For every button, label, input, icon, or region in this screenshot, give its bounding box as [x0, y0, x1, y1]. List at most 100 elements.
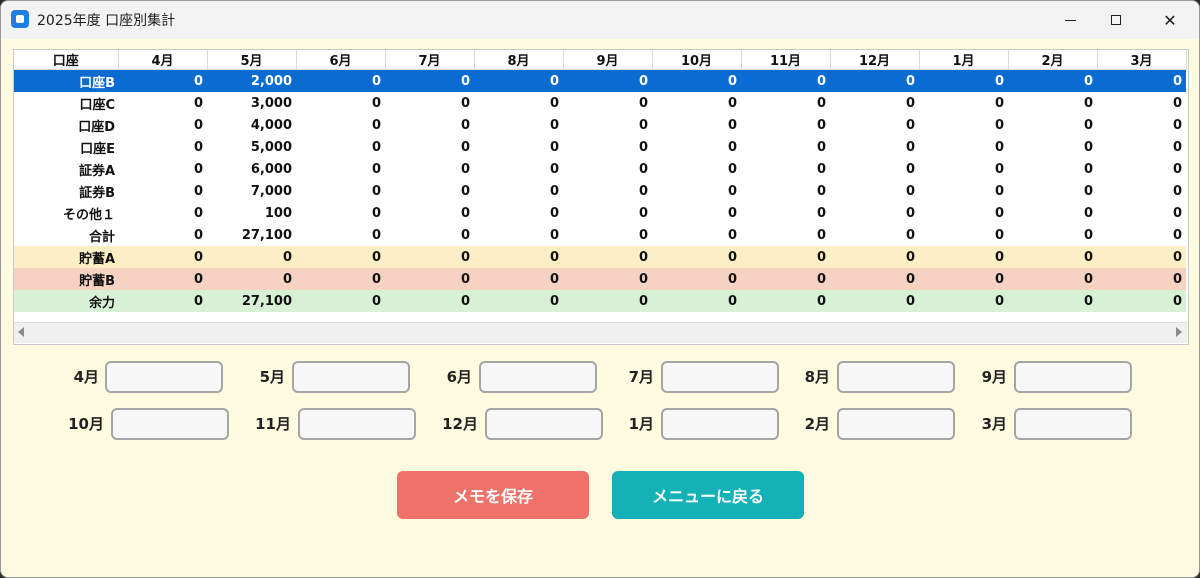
amount-cell[interactable]: 0 [919, 180, 1008, 202]
amount-cell[interactable]: 0 [385, 268, 474, 290]
memo-input[interactable] [661, 408, 779, 440]
horizontal-scrollbar[interactable] [14, 322, 1188, 343]
amount-cell[interactable]: 0 [652, 290, 741, 312]
amount-cell[interactable]: 0 [474, 92, 563, 114]
amount-cell[interactable]: 0 [1097, 69, 1186, 92]
amount-cell[interactable]: 0 [1097, 224, 1186, 246]
amount-cell[interactable]: 0 [385, 158, 474, 180]
amount-cell[interactable]: 0 [830, 180, 919, 202]
amount-cell[interactable]: 0 [474, 290, 563, 312]
amount-cell[interactable]: 0 [563, 224, 652, 246]
maximize-button[interactable] [1093, 1, 1139, 39]
amount-cell[interactable]: 0 [830, 136, 919, 158]
amount-cell[interactable]: 0 [919, 290, 1008, 312]
amount-cell[interactable]: 0 [919, 224, 1008, 246]
amount-cell[interactable]: 0 [474, 246, 563, 268]
amount-cell[interactable]: 0 [830, 224, 919, 246]
table-row[interactable]: 余力 0 27,100 0 0 0 0 0 0 0 0 0 0 [14, 290, 1186, 312]
amount-cell[interactable]: 0 [474, 180, 563, 202]
close-button[interactable]: ✕ [1147, 1, 1193, 39]
column-header-month[interactable]: 9月 [563, 50, 653, 70]
amount-cell[interactable]: 0 [1097, 114, 1186, 136]
amount-cell[interactable]: 0 [830, 92, 919, 114]
amount-cell[interactable]: 0 [741, 158, 830, 180]
column-header-month[interactable]: 7月 [385, 50, 475, 70]
amount-cell[interactable]: 0 [385, 290, 474, 312]
account-name-cell[interactable]: 証券A [14, 158, 118, 180]
amount-cell[interactable]: 0 [296, 158, 385, 180]
amount-cell[interactable]: 0 [474, 268, 563, 290]
amount-cell[interactable]: 0 [385, 224, 474, 246]
column-header-month[interactable]: 2月 [1008, 50, 1098, 70]
account-name-cell[interactable]: 口座C [14, 92, 118, 114]
memo-input[interactable] [837, 408, 955, 440]
amount-cell[interactable]: 6,000 [207, 158, 296, 180]
amount-cell[interactable]: 0 [919, 202, 1008, 224]
amount-cell[interactable]: 0 [563, 246, 652, 268]
memo-input[interactable] [1014, 408, 1132, 440]
amount-cell[interactable]: 0 [1097, 92, 1186, 114]
amount-cell[interactable]: 0 [474, 114, 563, 136]
amount-cell[interactable]: 0 [919, 69, 1008, 92]
amount-cell[interactable]: 0 [563, 180, 652, 202]
amount-cell[interactable]: 0 [652, 158, 741, 180]
amount-cell[interactable]: 0 [652, 92, 741, 114]
amount-cell[interactable]: 0 [385, 114, 474, 136]
amount-cell[interactable]: 0 [741, 290, 830, 312]
amount-cell[interactable]: 27,100 [207, 224, 296, 246]
amount-cell[interactable]: 0 [741, 114, 830, 136]
table-row[interactable]: 合計 0 27,100 0 0 0 0 0 0 0 0 0 0 [14, 224, 1186, 246]
amount-cell[interactable]: 0 [296, 136, 385, 158]
amount-cell[interactable]: 0 [385, 69, 474, 92]
amount-cell[interactable]: 4,000 [207, 114, 296, 136]
amount-cell[interactable]: 0 [207, 246, 296, 268]
amount-cell[interactable]: 0 [1008, 136, 1097, 158]
amount-cell[interactable]: 0 [296, 202, 385, 224]
memo-input[interactable] [111, 408, 229, 440]
column-header-month[interactable]: 8月 [474, 50, 564, 70]
amount-cell[interactable]: 0 [741, 202, 830, 224]
scroll-right-arrow-icon[interactable] [1176, 327, 1182, 337]
amount-cell[interactable]: 0 [1097, 268, 1186, 290]
table-row[interactable]: 貯蓄B 0 0 0 0 0 0 0 0 0 0 0 0 [14, 268, 1186, 290]
amount-cell[interactable]: 0 [296, 69, 385, 92]
amount-cell[interactable]: 0 [919, 92, 1008, 114]
column-header-month[interactable]: 3月 [1097, 50, 1187, 70]
amount-cell[interactable]: 0 [563, 92, 652, 114]
memo-input[interactable] [837, 361, 955, 393]
amount-cell[interactable]: 0 [474, 202, 563, 224]
amount-cell[interactable]: 0 [563, 268, 652, 290]
amount-cell[interactable]: 0 [830, 202, 919, 224]
amount-cell[interactable]: 0 [741, 180, 830, 202]
table-row[interactable]: 貯蓄A 0 0 0 0 0 0 0 0 0 0 0 0 [14, 246, 1186, 268]
amount-cell[interactable]: 0 [118, 268, 207, 290]
amount-cell[interactable]: 5,000 [207, 136, 296, 158]
amount-cell[interactable]: 0 [296, 224, 385, 246]
amount-cell[interactable]: 0 [919, 158, 1008, 180]
amount-cell[interactable]: 0 [830, 290, 919, 312]
amount-cell[interactable]: 0 [563, 136, 652, 158]
amount-cell[interactable]: 0 [296, 268, 385, 290]
account-name-cell[interactable]: 貯蓄B [14, 268, 118, 290]
amount-cell[interactable]: 0 [118, 158, 207, 180]
table-row[interactable]: 証券A 0 6,000 0 0 0 0 0 0 0 0 0 0 [14, 158, 1186, 180]
amount-cell[interactable]: 0 [919, 268, 1008, 290]
memo-input[interactable] [661, 361, 779, 393]
amount-cell[interactable]: 0 [385, 246, 474, 268]
amount-cell[interactable]: 2,000 [207, 69, 296, 92]
amount-cell[interactable]: 0 [741, 268, 830, 290]
amount-cell[interactable]: 0 [652, 69, 741, 92]
amount-cell[interactable]: 0 [563, 290, 652, 312]
amount-cell[interactable]: 3,000 [207, 92, 296, 114]
column-header-month[interactable]: 10月 [652, 50, 742, 70]
amount-cell[interactable]: 0 [652, 224, 741, 246]
amount-cell[interactable]: 0 [741, 92, 830, 114]
amount-cell[interactable]: 100 [207, 202, 296, 224]
amount-cell[interactable]: 0 [1008, 69, 1097, 92]
memo-input[interactable] [298, 408, 416, 440]
column-header-month[interactable]: 1月 [919, 50, 1009, 70]
amount-cell[interactable]: 0 [652, 114, 741, 136]
amount-cell[interactable]: 0 [118, 202, 207, 224]
amount-cell[interactable]: 0 [741, 246, 830, 268]
column-header-month[interactable]: 6月 [296, 50, 386, 70]
